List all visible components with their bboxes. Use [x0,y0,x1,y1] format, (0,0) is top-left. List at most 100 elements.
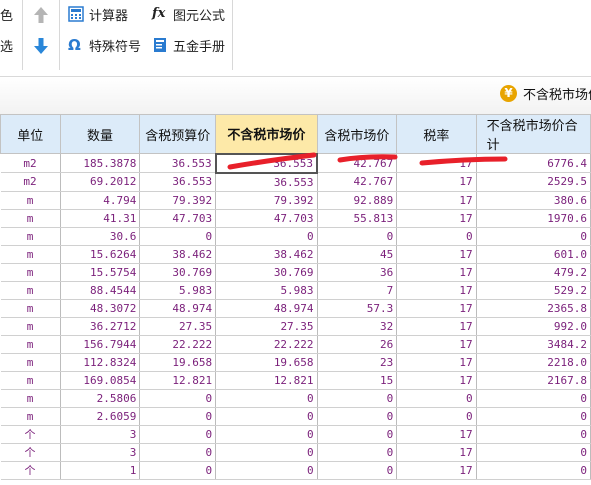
cell-tax-rate[interactable]: 17 [396,425,477,444]
cell-pretax-market-price[interactable]: 0 [215,389,318,408]
toolbar-fragment-color[interactable]: 色 [0,3,13,25]
cell-tax-market-price[interactable]: 92.889 [317,191,398,210]
price-filter[interactable]: ¥ 不含税市场价 [500,84,591,103]
column-header-pretax-market-price[interactable]: 不含税市场价 [215,114,318,154]
cell-tax-market-price[interactable]: 32 [317,317,398,336]
cell-unit[interactable]: m [0,353,61,372]
cell-tax-rate[interactable]: 17 [396,263,477,282]
move-up-button[interactable] [33,3,54,25]
cell-pretax-market-price[interactable]: 0 [215,407,318,426]
cell-unit[interactable]: m2 [0,153,61,173]
hardware-manual-button[interactable]: 五金手册 [152,34,225,56]
formula-button[interactable]: fx 图元公式 [152,3,225,25]
column-header-quantity[interactable]: 数量 [59,114,141,154]
toolbar-fragment-select[interactable]: 选 [0,34,13,56]
cell-pretax-market-price[interactable]: 47.703 [215,209,318,228]
cell-pretax-market-total[interactable]: 0 [476,389,591,408]
cell-tax-budget-price[interactable]: 0 [139,227,217,246]
table-row[interactable]: m 4.794 79.392 79.392 92.889 17 380.6 [0,191,591,210]
cell-pretax-market-total[interactable]: 0 [476,425,591,444]
cell-unit[interactable]: m [0,407,61,426]
cell-tax-market-price[interactable]: 0 [317,407,398,426]
column-header-tax-market-price[interactable]: 含税市场价 [316,114,398,154]
cell-quantity[interactable]: 185.3878 [60,153,141,173]
cell-tax-budget-price[interactable]: 38.462 [139,245,217,264]
cell-pretax-market-total[interactable]: 1970.6 [476,209,591,228]
column-header-pretax-market-total[interactable]: 不含税市场价合计 [475,114,591,154]
cell-pretax-market-total[interactable]: 0 [476,407,591,426]
cell-unit[interactable]: m [0,245,61,264]
cell-pretax-market-price[interactable]: 22.222 [215,335,318,354]
table-row[interactable]: m 15.6264 38.462 38.462 45 17 601.0 [0,245,591,264]
cell-tax-market-price[interactable]: 15 [317,371,398,390]
cell-unit[interactable]: m [0,335,61,354]
cell-pretax-market-total[interactable]: 2167.8 [476,371,591,390]
table-row[interactable]: m2 69.2012 36.553 36.553 42.767 17 2529.5 [0,172,591,192]
special-symbol-button[interactable]: Ω 特殊符号 [68,34,141,56]
cell-quantity[interactable]: 15.5754 [60,263,141,282]
cell-tax-rate[interactable]: 17 [396,172,477,192]
cell-pretax-market-price[interactable]: 19.658 [215,353,318,372]
cell-tax-budget-price[interactable]: 0 [139,389,217,408]
table-row[interactable]: m 48.3072 48.974 48.974 57.3 17 2365.8 [0,299,591,318]
cell-quantity[interactable]: 48.3072 [60,299,141,318]
cell-unit[interactable]: m [0,209,61,228]
cell-unit[interactable]: m [0,263,61,282]
cell-tax-market-price[interactable]: 42.767 [317,172,398,192]
cell-unit[interactable]: m [0,191,61,210]
cell-tax-budget-price[interactable]: 79.392 [139,191,217,210]
cell-tax-rate[interactable]: 0 [396,389,477,408]
cell-pretax-market-price[interactable]: 0 [215,425,318,444]
cell-quantity[interactable]: 15.6264 [60,245,141,264]
cell-tax-market-price[interactable]: 7 [317,281,398,300]
cell-tax-market-price[interactable]: 26 [317,335,398,354]
cell-tax-market-price[interactable]: 0 [317,461,398,480]
cell-tax-budget-price[interactable]: 30.769 [139,263,217,282]
table-row[interactable]: m2 185.3878 36.553 36.553 42.767 17 6776.4 [0,152,591,174]
cell-unit[interactable]: m [0,299,61,318]
cell-pretax-market-total[interactable]: 2218.0 [476,353,591,372]
cell-pretax-market-total[interactable]: 3484.2 [476,335,591,354]
cell-tax-market-price[interactable]: 0 [317,227,398,246]
cell-tax-budget-price[interactable]: 22.222 [139,335,217,354]
move-down-button[interactable] [33,34,54,56]
cell-unit[interactable]: m [0,371,61,390]
cell-pretax-market-total[interactable]: 2365.8 [476,299,591,318]
cell-tax-rate[interactable]: 17 [396,299,477,318]
cell-pretax-market-price[interactable]: 0 [215,443,318,462]
cell-quantity[interactable]: 36.2712 [60,317,141,336]
cell-tax-market-price[interactable]: 55.813 [317,209,398,228]
cell-tax-rate[interactable]: 17 [396,191,477,210]
cell-unit[interactable]: m [0,389,61,408]
cell-quantity[interactable]: 88.4544 [60,281,141,300]
cell-pretax-market-price[interactable]: 5.983 [215,281,318,300]
cell-quantity[interactable]: 3 [60,425,141,444]
cell-tax-rate[interactable]: 17 [396,443,477,462]
cell-unit[interactable]: m [0,281,61,300]
cell-tax-rate[interactable]: 17 [396,461,477,480]
table-row[interactable]: m 15.5754 30.769 30.769 36 17 479.2 [0,263,591,282]
cell-pretax-market-total[interactable]: 6776.4 [476,153,591,173]
cell-quantity[interactable]: 2.6059 [60,407,141,426]
column-header-unit[interactable]: 单位 [0,114,61,154]
table-row[interactable]: m 2.5806 0 0 0 0 0 [0,389,591,408]
cell-pretax-market-price[interactable]: 12.821 [215,371,318,390]
cell-quantity[interactable]: 3 [60,443,141,462]
cell-unit[interactable]: 个 [0,461,61,480]
cell-pretax-market-total[interactable]: 0 [476,461,591,480]
table-row[interactable]: m 41.31 47.703 47.703 55.813 17 1970.6 [0,209,591,228]
cell-pretax-market-total[interactable]: 479.2 [476,263,591,282]
table-row[interactable]: m 156.7944 22.222 22.222 26 17 3484.2 [0,335,591,354]
cell-pretax-market-total[interactable]: 0 [476,443,591,462]
cell-tax-rate[interactable]: 0 [396,227,477,246]
column-header-tax-rate[interactable]: 税率 [396,114,477,154]
cell-tax-rate[interactable]: 17 [396,153,477,173]
cell-quantity[interactable]: 41.31 [60,209,141,228]
table-row[interactable]: m 2.6059 0 0 0 0 0 [0,407,591,426]
cell-quantity[interactable]: 1 [60,461,141,480]
cell-pretax-market-price[interactable]: 38.462 [215,245,318,264]
cell-tax-budget-price[interactable]: 0 [139,407,217,426]
cell-unit[interactable]: 个 [0,443,61,462]
cell-tax-budget-price[interactable]: 5.983 [139,281,217,300]
cell-tax-rate[interactable]: 17 [396,281,477,300]
